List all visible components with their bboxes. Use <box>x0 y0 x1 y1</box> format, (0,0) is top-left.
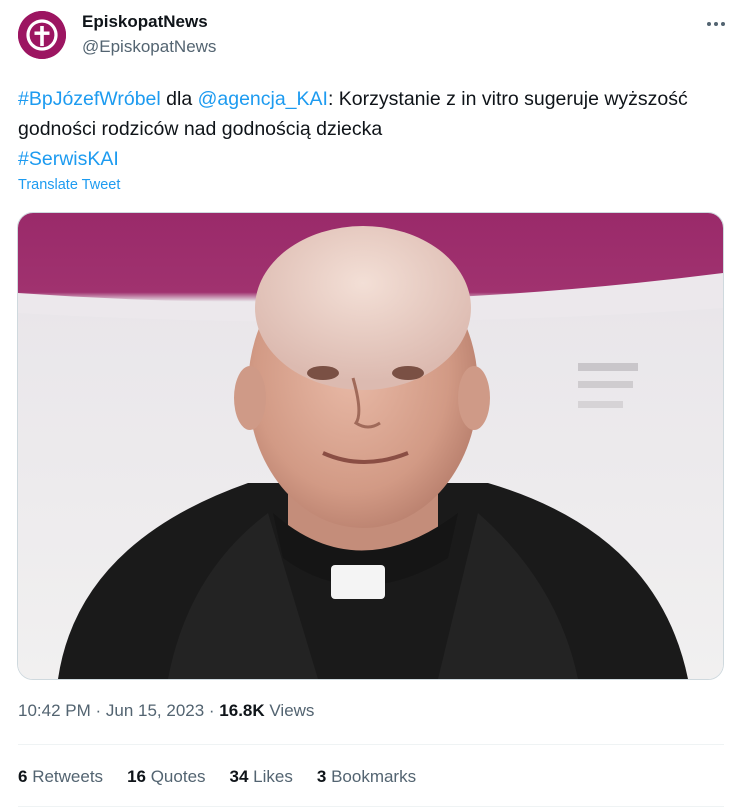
portrait-image <box>18 213 723 679</box>
likes-label: Likes <box>248 767 293 786</box>
bookmarks-count: 3 <box>316 767 327 786</box>
more-options-button[interactable] <box>704 12 728 36</box>
translate-tweet-link[interactable]: Translate Tweet <box>18 177 120 193</box>
display-name[interactable]: EpiskopatNews <box>82 12 208 32</box>
likes-count: 34 <box>229 767 249 786</box>
avatar[interactable] <box>18 11 66 59</box>
more-horizontal-icon <box>707 22 711 26</box>
divider <box>18 744 724 745</box>
handle[interactable]: @EpiskopatNews <box>82 37 216 57</box>
hashtag-link[interactable]: #BpJózefWróbel <box>18 88 161 110</box>
tweet-text: #BpJózefWróbel dla @agencja_KAI: Korzyst… <box>18 84 718 174</box>
more-dot <box>721 22 725 26</box>
tweet-time[interactable]: 10:42 PM <box>18 701 91 720</box>
bookmarks-label: Bookmarks <box>326 767 417 786</box>
tweet-card: EpiskopatNews @EpiskopatNews #BpJózefWró… <box>0 0 742 811</box>
hashtag-link[interactable]: #SerwisKAI <box>18 148 119 170</box>
likes-stat[interactable]: 34 Likes <box>230 767 293 787</box>
quotes-stat[interactable]: 16 Quotes <box>127 767 205 787</box>
mention-link[interactable]: @agencja_KAI <box>198 88 328 110</box>
views-count: 16.8K <box>219 701 265 720</box>
views-label: Views <box>264 701 315 720</box>
meta-separator: · <box>90 701 106 720</box>
tweet-stats: 6 Retweets 16 Quotes 34 Likes 3 Bookmark… <box>18 767 440 787</box>
more-dot <box>714 22 718 26</box>
tweet-photo[interactable] <box>17 212 724 680</box>
meta-separator: · <box>204 701 220 720</box>
cross-logo-icon <box>18 11 66 59</box>
tweet-date[interactable]: Jun 15, 2023 <box>106 701 204 720</box>
tweet-text-part: dla <box>160 88 198 110</box>
quotes-count: 16 <box>127 767 146 786</box>
bookmarks-stat[interactable]: 3 Bookmarks <box>317 767 416 787</box>
divider <box>18 806 724 807</box>
tweet-meta: 10:42 PM · Jun 15, 2023 · 16.8K Views <box>18 701 314 721</box>
retweets-stat[interactable]: 6 Retweets <box>18 767 103 787</box>
quotes-label: Quotes <box>145 767 206 786</box>
retweets-label: Retweets <box>27 767 104 786</box>
